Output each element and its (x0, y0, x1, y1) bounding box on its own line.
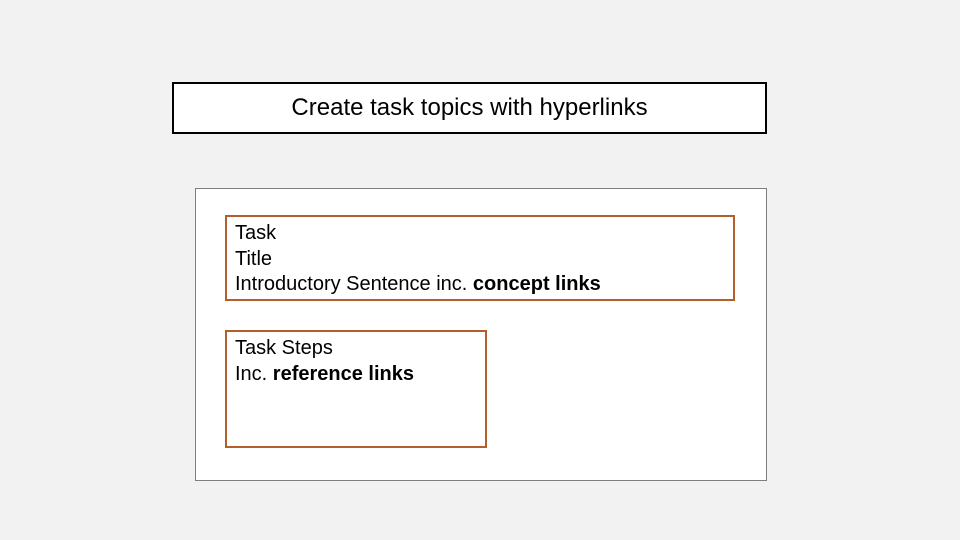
steps-box: Task Steps Inc. reference links (225, 330, 487, 448)
intro-line-task: Task (235, 221, 725, 247)
steps-line2: Inc. reference links (235, 362, 477, 388)
intro-line-title: Title (235, 247, 725, 273)
page-title: Create task topics with hyperlinks (291, 94, 647, 122)
steps-line1: Task Steps (235, 336, 477, 362)
intro-line3-prefix: Introductory Sentence inc. (235, 273, 473, 295)
intro-line-sentence: Introductory Sentence inc. concept links (235, 272, 725, 298)
steps-line2-bold: reference links (273, 363, 414, 385)
intro-box: Task Title Introductory Sentence inc. co… (225, 215, 735, 301)
title-box: Create task topics with hyperlinks (172, 82, 767, 134)
intro-line3-bold: concept links (473, 273, 601, 295)
steps-line2-prefix: Inc. (235, 363, 273, 385)
